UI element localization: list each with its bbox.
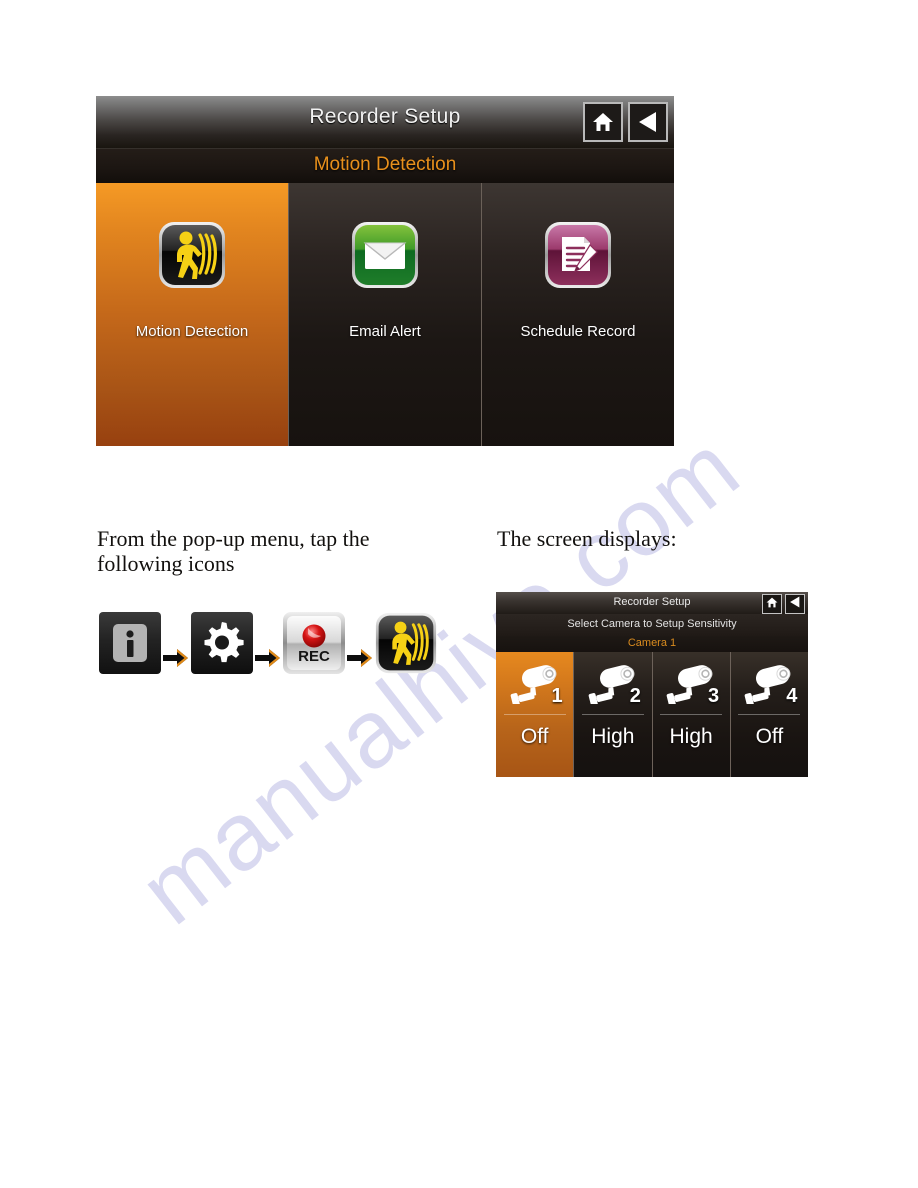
- home-icon: [592, 112, 614, 132]
- instruction-right: The screen displays:: [497, 526, 677, 551]
- tile-label: Email Alert: [349, 323, 421, 340]
- mini-home-button[interactable]: [762, 594, 782, 614]
- page-subtitle: Motion Detection: [313, 154, 457, 175]
- arrow-right-icon-3: [345, 612, 375, 674]
- mini-subtitle-1: Select Camera to Setup Sensitivity: [567, 618, 737, 630]
- tile-email-alert[interactable]: Email Alert: [288, 183, 481, 446]
- camera-number: 4: [786, 685, 798, 707]
- camera-number: 3: [708, 685, 720, 707]
- tile-motion-detection[interactable]: Motion Detection: [96, 183, 288, 446]
- divider: [738, 714, 801, 715]
- arrow-right-icon-2: [253, 612, 283, 674]
- camera-sensitivity-value: Off: [520, 725, 549, 748]
- title-bar: Recorder Setup: [96, 96, 674, 148]
- motion-detection-icon: [158, 221, 226, 289]
- divider: [503, 714, 566, 715]
- mini-camera-list: 1 Off 2 High 3 High 4 Off: [496, 652, 808, 777]
- home-icon: [766, 595, 778, 613]
- cctv-camera-icon: 3: [659, 662, 723, 707]
- nav-buttons: [583, 102, 668, 142]
- back-button[interactable]: [628, 102, 668, 142]
- cctv-camera-icon: 4: [737, 662, 801, 707]
- camera-number: 1: [551, 685, 563, 707]
- mini-back-button[interactable]: [785, 594, 805, 614]
- mini-subtitle-2: Camera 1: [627, 637, 677, 649]
- camera-tile-4[interactable]: 4 Off: [729, 652, 808, 777]
- flow-step-rec[interactable]: REC: [283, 612, 345, 674]
- chevron-left-icon: [789, 595, 801, 613]
- mini-title-bar: Recorder Setup: [496, 592, 808, 614]
- mini-subtitle-bar-1: Select Camera to Setup Sensitivity: [496, 614, 808, 636]
- tile-schedule-record[interactable]: Schedule Record: [481, 183, 674, 446]
- flow-step-motion-detection[interactable]: [375, 612, 437, 674]
- camera-tile-2[interactable]: 2 High: [573, 652, 652, 777]
- home-button[interactable]: [583, 102, 623, 142]
- camera-number: 2: [629, 685, 641, 707]
- tile-label: Schedule Record: [520, 323, 636, 340]
- cctv-camera-icon: 2: [581, 662, 645, 707]
- tile-label: Motion Detection: [135, 323, 249, 340]
- camera-sensitivity-value: High: [669, 725, 713, 748]
- menu-tiles: Motion Detection Email Alert Schedule Re…: [96, 183, 674, 446]
- recorder-setup-screen: Recorder Setup Motion Detection Motion D…: [96, 96, 674, 446]
- camera-sensitivity-value: High: [591, 725, 635, 748]
- rec-label: REC: [298, 648, 330, 665]
- mini-subtitle-bar-2: Camera 1: [496, 636, 808, 652]
- arrow-right-icon-1: [161, 612, 191, 674]
- instruction-left: From the pop-up menu, tap the following …: [97, 526, 370, 576]
- camera-tile-1[interactable]: 1 Off: [496, 652, 574, 777]
- chevron-left-icon: [637, 111, 659, 133]
- flow-step-info[interactable]: [99, 612, 161, 674]
- camera-tile-3[interactable]: 3 High: [651, 652, 730, 777]
- mini-nav-buttons: [762, 594, 805, 614]
- cctv-camera-icon: 1: [503, 662, 567, 707]
- divider: [660, 714, 723, 715]
- mini-recorder-setup-screen: Recorder Setup Select Camera to Setup Se…: [496, 592, 808, 777]
- camera-sensitivity-value: Off: [755, 725, 784, 748]
- subtitle-bar: Motion Detection: [96, 148, 674, 183]
- schedule-record-icon: [544, 221, 612, 289]
- icon-flow-sequence: REC: [99, 612, 437, 674]
- email-alert-icon: [351, 221, 419, 289]
- flow-step-settings[interactable]: [191, 612, 253, 674]
- divider: [581, 714, 644, 715]
